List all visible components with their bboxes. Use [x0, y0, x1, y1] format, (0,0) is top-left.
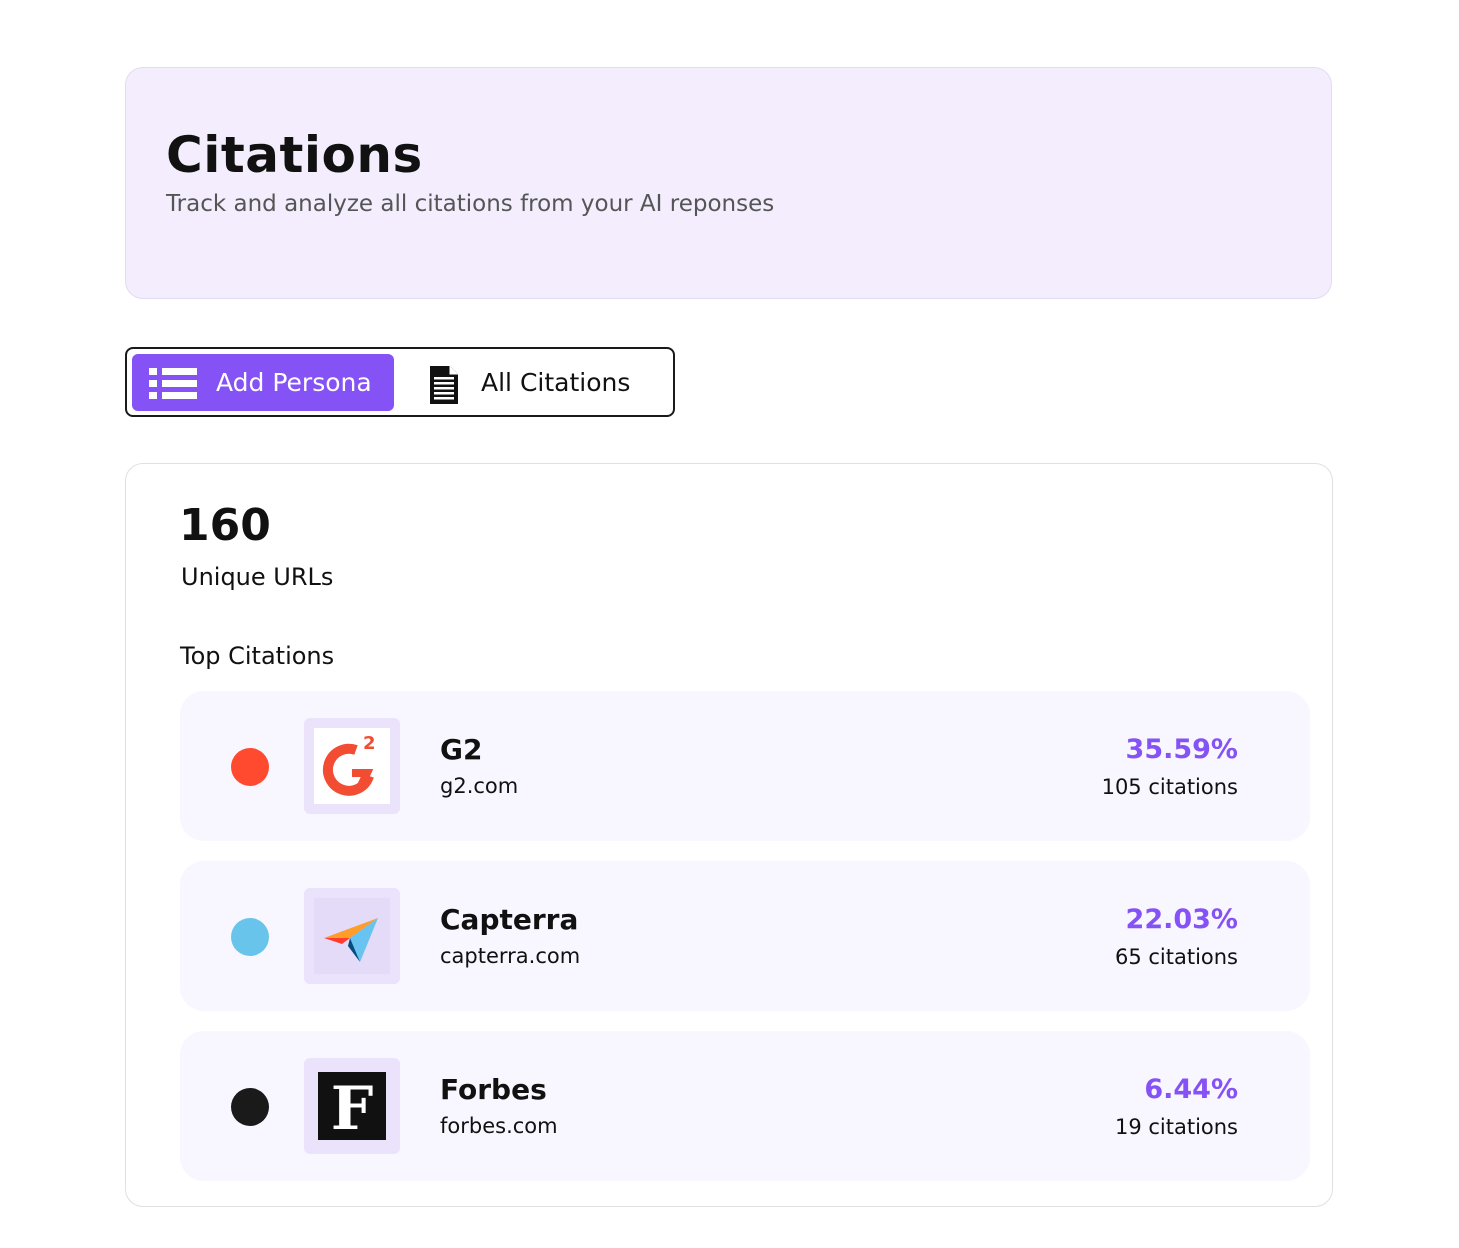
tab-all-citations[interactable]: All Citations	[419, 354, 659, 411]
citations-page: Citations Track and analyze all citation…	[0, 0, 1459, 1248]
tab-add-persona-label: Add Persona	[216, 367, 372, 397]
unique-urls-count: 160	[179, 500, 271, 551]
citation-percent: 22.03%	[1125, 904, 1238, 935]
citation-domain: g2.com	[440, 774, 519, 798]
citation-name: G2	[440, 733, 483, 766]
logo-frame: F	[304, 1058, 400, 1154]
tab-add-persona[interactable]: Add Persona	[132, 354, 394, 411]
unique-urls-label: Unique URLs	[181, 563, 334, 591]
document-icon	[423, 365, 463, 404]
svg-text:F: F	[331, 1074, 374, 1140]
citation-percent: 35.59%	[1125, 734, 1238, 765]
logo-frame: 2	[304, 718, 400, 814]
tab-all-citations-label: All Citations	[481, 367, 631, 397]
citation-name: Capterra	[440, 903, 579, 936]
page-title: Citations	[166, 126, 423, 184]
g2-logo-icon: 2	[314, 728, 390, 804]
citation-count: 105 citations	[1101, 775, 1238, 799]
citation-row-forbes[interactable]: F Forbes forbes.com 6.44% 19 citations	[180, 1031, 1310, 1181]
tab-bar: Add Persona All Citations	[125, 347, 675, 417]
citation-row-capterra[interactable]: Capterra capterra.com 22.03% 65 citation…	[180, 861, 1310, 1011]
citations-stats-card: 160 Unique URLs Top Citations 2 G2 g2.co…	[125, 463, 1333, 1207]
citation-name: Forbes	[440, 1073, 547, 1106]
citation-domain: capterra.com	[440, 944, 581, 968]
citation-domain: forbes.com	[440, 1114, 558, 1138]
citation-count: 65 citations	[1114, 945, 1238, 969]
top-citations-heading: Top Citations	[180, 642, 335, 670]
capterra-logo-icon	[314, 898, 390, 974]
header-card: Citations Track and analyze all citation…	[125, 67, 1332, 299]
svg-text:2: 2	[363, 733, 376, 754]
citation-row-g2[interactable]: 2 G2 g2.com 35.59% 105 citations	[180, 691, 1310, 841]
citation-count: 19 citations	[1114, 1115, 1238, 1139]
color-dot-icon	[231, 1088, 269, 1126]
page-subtitle: Track and analyze all citations from you…	[166, 191, 775, 217]
citation-percent: 6.44%	[1144, 1074, 1238, 1105]
forbes-logo-icon: F	[318, 1072, 386, 1144]
list-icon	[148, 365, 198, 401]
color-dot-icon	[231, 918, 269, 956]
color-dot-icon	[231, 748, 269, 786]
logo-frame	[304, 888, 400, 984]
